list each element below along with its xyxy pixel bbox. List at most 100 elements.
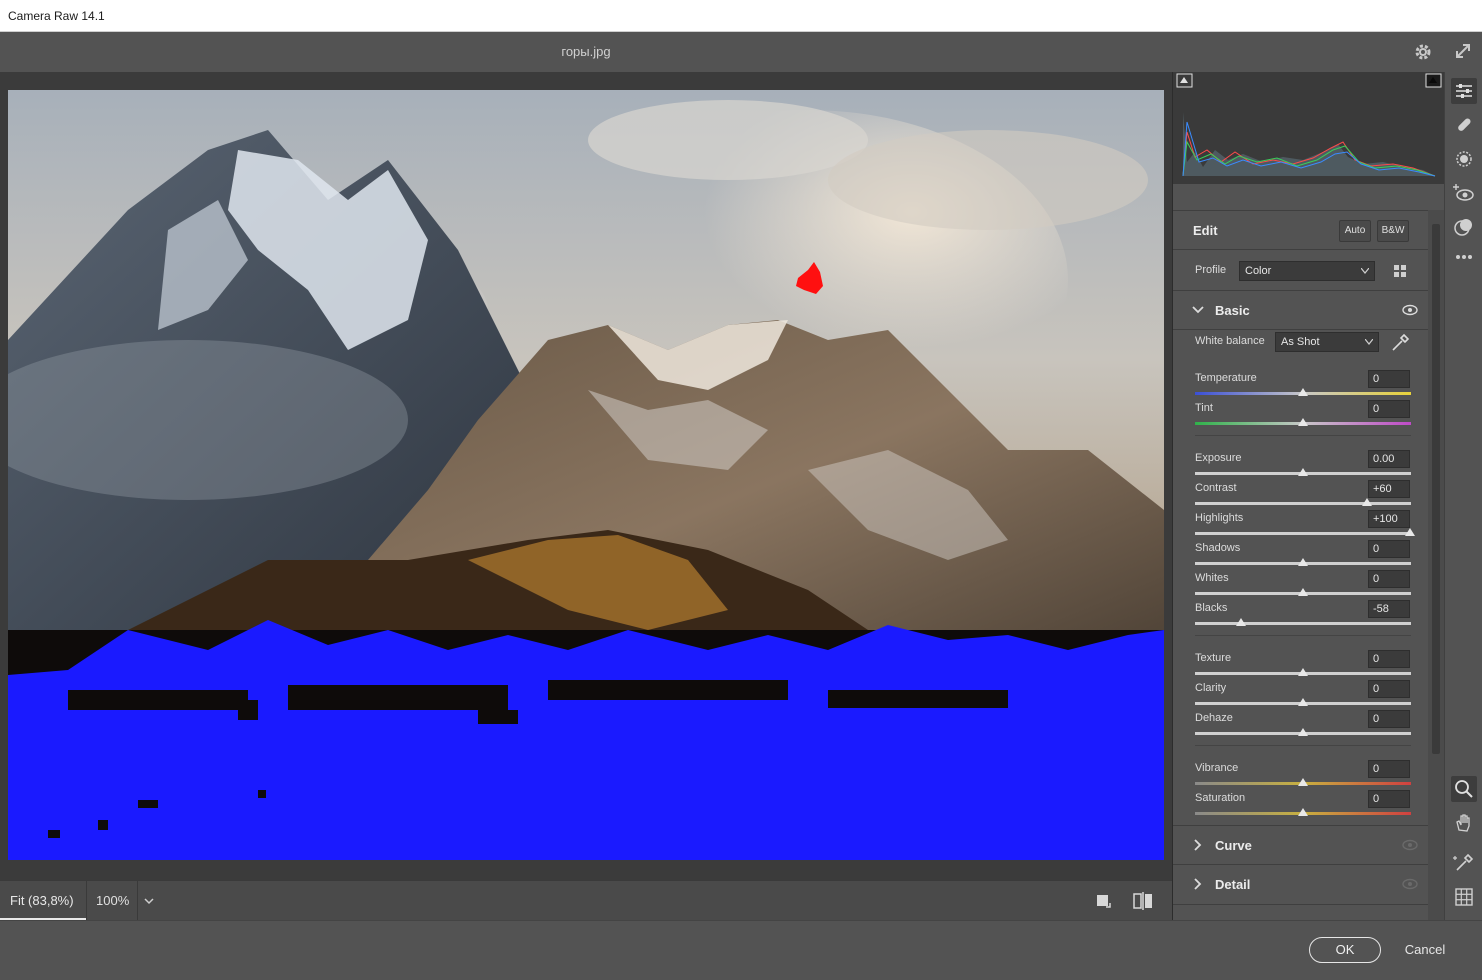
eye-icon[interactable] [1401, 877, 1419, 891]
slider-label: Texture [1195, 652, 1232, 664]
slider-track[interactable] [1195, 502, 1411, 505]
slider-knob[interactable] [1298, 728, 1308, 736]
slider-knob[interactable] [1298, 668, 1308, 676]
before-after-icon[interactable] [1131, 889, 1155, 913]
slider-shadows[interactable]: Shadows 0 [1195, 540, 1411, 572]
expand-icon[interactable] [1450, 40, 1476, 64]
chevron-down-icon[interactable] [140, 891, 158, 911]
auto-button[interactable]: Auto [1339, 220, 1371, 242]
chevron-down-icon [1192, 306, 1204, 314]
slider-value-field[interactable]: 0 [1368, 370, 1410, 388]
profile-browser-icon[interactable] [1391, 262, 1411, 282]
eye-icon[interactable] [1401, 303, 1419, 317]
slider-label: Vibrance [1195, 762, 1239, 774]
slider-knob[interactable] [1298, 558, 1308, 566]
curve-title: Curve [1215, 838, 1252, 853]
gear-icon[interactable] [1410, 40, 1436, 64]
slider-group-divider [1195, 635, 1411, 636]
slider-group-divider [1195, 435, 1411, 436]
document-header: горы.jpg [0, 32, 1482, 72]
color-sampler-icon[interactable] [1451, 850, 1477, 876]
slider-blacks[interactable]: Blacks -58 [1195, 600, 1411, 632]
slider-value-field[interactable]: 0 [1368, 790, 1410, 808]
zoom-100-button[interactable]: 100% [86, 881, 138, 920]
histogram [1172, 72, 1444, 184]
slider-temperature[interactable]: Temperature 0 [1195, 370, 1411, 402]
slider-value-field[interactable]: 0 [1368, 570, 1410, 588]
profile-dropdown[interactable]: Color [1239, 261, 1375, 281]
slider-knob[interactable] [1236, 618, 1246, 626]
slider-knob[interactable] [1298, 418, 1308, 426]
edit-header: Edit Auto B&W [1173, 210, 1428, 250]
slider-vibrance[interactable]: Vibrance 0 [1195, 760, 1411, 792]
zoom-fit-button[interactable]: Fit (83,8%) [0, 881, 86, 920]
basic-title: Basic [1215, 303, 1250, 318]
slider-label: Highlights [1195, 512, 1244, 524]
chevron-right-icon [1194, 878, 1202, 890]
eye-icon[interactable] [1401, 838, 1419, 852]
grid-icon[interactable] [1451, 884, 1477, 910]
slider-label: Exposure [1195, 452, 1242, 464]
slider-knob[interactable] [1298, 468, 1308, 476]
slider-knob[interactable] [1298, 698, 1308, 706]
slider-knob[interactable] [1298, 808, 1308, 816]
slider-saturation[interactable]: Saturation 0 [1195, 790, 1411, 822]
edit-panel: Edit Auto B&W Profile Color Basic White … [1172, 184, 1428, 920]
basic-section-header[interactable]: Basic [1173, 290, 1428, 330]
slider-dehaze[interactable]: Dehaze 0 [1195, 710, 1411, 742]
detail-title: Detail [1215, 877, 1251, 892]
slider-tint[interactable]: Tint 0 [1195, 400, 1411, 432]
zoom-icon[interactable] [1451, 776, 1477, 802]
white-balance-value: As Shot [1281, 336, 1320, 348]
masking-icon[interactable] [1451, 146, 1477, 172]
slider-clarity[interactable]: Clarity 0 [1195, 680, 1411, 712]
red-eye-icon[interactable] [1451, 180, 1477, 206]
single-view-icon[interactable] [1094, 891, 1114, 911]
ok-button[interactable]: OK [1309, 937, 1381, 963]
preview-canvas[interactable] [0, 72, 1172, 880]
hand-icon[interactable] [1451, 810, 1477, 836]
slider-knob[interactable] [1405, 528, 1415, 536]
panel-scrollbar[interactable] [1428, 210, 1444, 920]
eyedropper-icon[interactable] [1389, 332, 1411, 354]
slider-value-field[interactable]: 0 [1368, 760, 1410, 778]
slider-contrast[interactable]: Contrast +60 [1195, 480, 1411, 512]
profile-value: Color [1245, 265, 1272, 277]
slider-value-field[interactable]: 0 [1368, 650, 1410, 668]
slider-label: Saturation [1195, 792, 1246, 804]
slider-label: Clarity [1195, 682, 1227, 694]
slider-value-field[interactable]: 0 [1368, 680, 1410, 698]
slider-knob[interactable] [1298, 588, 1308, 596]
more-icon[interactable] [1451, 244, 1477, 270]
slider-value-field[interactable]: 0 [1368, 400, 1410, 418]
presets-icon[interactable] [1451, 214, 1477, 240]
slider-value-field[interactable]: 0.00 [1368, 450, 1410, 468]
slider-track[interactable] [1195, 532, 1411, 535]
slider-track[interactable] [1195, 622, 1411, 625]
slider-texture[interactable]: Texture 0 [1195, 650, 1411, 682]
slider-value-field[interactable]: 0 [1368, 710, 1410, 728]
slider-highlights[interactable]: Highlights +100 [1195, 510, 1415, 542]
window-title: Camera Raw 14.1 [8, 9, 105, 23]
slider-knob[interactable] [1362, 498, 1372, 506]
slider-knob[interactable] [1298, 778, 1308, 786]
bw-button[interactable]: B&W [1377, 220, 1409, 242]
slider-label: Contrast [1195, 482, 1237, 494]
detail-section-header[interactable]: Detail [1173, 865, 1428, 905]
slider-label: Blacks [1195, 602, 1228, 614]
photo-preview[interactable] [8, 90, 1164, 860]
slider-value-field[interactable]: +100 [1368, 510, 1410, 528]
slider-value-field[interactable]: -58 [1368, 600, 1410, 618]
slider-value-field[interactable]: +60 [1368, 480, 1410, 498]
edit-sliders-icon[interactable] [1451, 78, 1477, 104]
white-balance-dropdown[interactable]: As Shot [1275, 332, 1379, 352]
slider-whites[interactable]: Whites 0 [1195, 570, 1411, 602]
healing-brush-icon[interactable] [1451, 112, 1477, 138]
slider-exposure[interactable]: Exposure 0.00 [1195, 450, 1411, 482]
curve-section-header[interactable]: Curve [1173, 825, 1428, 865]
scrollbar-thumb[interactable] [1432, 224, 1440, 754]
slider-value-field[interactable]: 0 [1368, 540, 1410, 558]
slider-label: Tint [1195, 402, 1213, 414]
cancel-button[interactable]: Cancel [1398, 942, 1452, 957]
slider-knob[interactable] [1298, 388, 1308, 396]
